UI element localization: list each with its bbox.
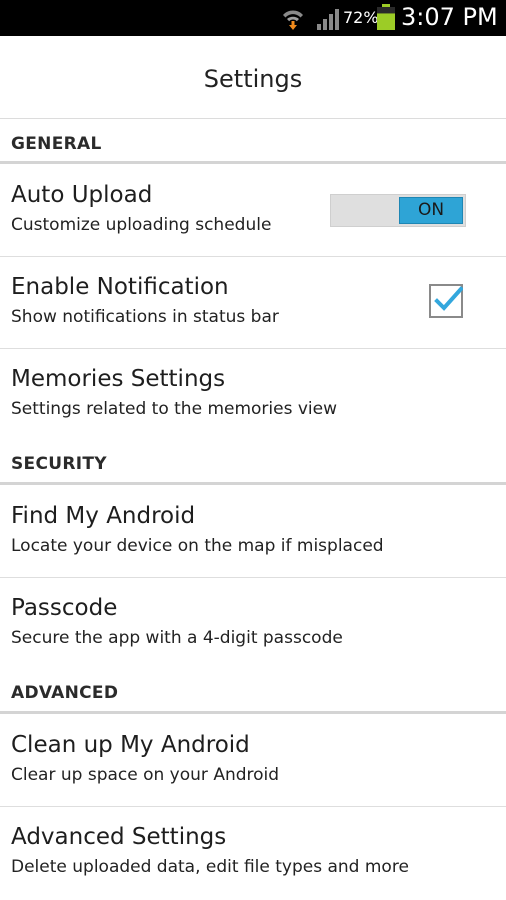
pref-memories-settings[interactable]: Memories Settings Settings related to th…	[0, 350, 506, 440]
pref-summary: Locate your device on the map if misplac…	[11, 536, 384, 556]
action-bar: Settings	[0, 36, 506, 119]
pref-summary: Delete uploaded data, edit file types an…	[11, 857, 409, 877]
pref-title: Enable Notification	[11, 274, 229, 300]
notification-checkbox[interactable]	[429, 284, 463, 318]
pref-title: Clean up My Android	[11, 732, 250, 758]
section-header-security: SECURITY	[0, 440, 506, 485]
status-bar: 72% 3:07 PM	[0, 0, 506, 36]
section-header-general: GENERAL	[0, 119, 506, 164]
pref-summary: Secure the app with a 4-digit passcode	[11, 628, 343, 648]
pref-find-my-android[interactable]: Find My Android Locate your device on th…	[0, 487, 506, 578]
section-header-advanced: ADVANCED	[0, 669, 506, 714]
page-title: Settings	[203, 65, 303, 93]
pref-title: Advanced Settings	[11, 824, 227, 850]
pref-summary: Settings related to the memories view	[11, 399, 337, 419]
wifi-icon	[283, 10, 303, 30]
auto-upload-toggle[interactable]: ON	[330, 194, 466, 227]
toggle-on-label: ON	[399, 197, 463, 224]
pref-title: Find My Android	[11, 503, 196, 529]
pref-title: Memories Settings	[11, 366, 226, 392]
signal-icon	[317, 9, 339, 30]
status-time: 3:07 PM	[401, 3, 498, 31]
section-label-security: SECURITY	[11, 454, 107, 474]
checkmark-icon	[434, 286, 463, 311]
pref-summary: Show notifications in status bar	[11, 307, 279, 327]
pref-passcode[interactable]: Passcode Secure the app with a 4-digit p…	[0, 579, 506, 669]
pref-clean-up[interactable]: Clean up My Android Clear up space on yo…	[0, 716, 506, 807]
pref-title: Auto Upload	[11, 182, 153, 208]
pref-summary: Customize uploading schedule	[11, 215, 272, 235]
pref-advanced-settings[interactable]: Advanced Settings Delete uploaded data, …	[0, 808, 506, 898]
pref-title: Passcode	[11, 595, 118, 621]
section-label-advanced: ADVANCED	[11, 683, 119, 703]
battery-icon	[377, 4, 395, 30]
section-label-general: GENERAL	[11, 134, 102, 154]
battery-percent: 72%	[343, 8, 379, 27]
pref-auto-upload[interactable]: Auto Upload Customize uploading schedule…	[0, 166, 506, 257]
pref-summary: Clear up space on your Android	[11, 765, 280, 785]
